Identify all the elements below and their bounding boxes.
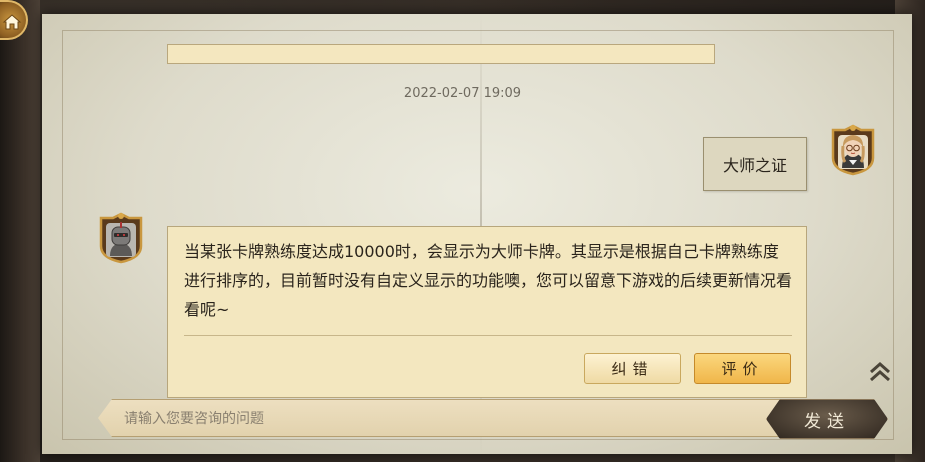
left-wall-decoration [0,0,40,462]
assistant-message-bubble: 当某张卡牌熟练度达成10000时，会显示为大师卡牌。其显示是根据自己卡牌熟练度进… [167,226,807,398]
message-divider [184,335,792,336]
double-chevron-up-icon [870,361,890,382]
correct-button[interactable]: 纠错 [584,353,681,384]
message-timestamp: 2022-02-07 19:09 [403,86,522,101]
send-button[interactable]: 发送 [766,399,888,439]
home-icon [2,14,22,30]
assistant-avatar [98,212,144,264]
previous-message-bubble [167,44,715,64]
scroll-up-button[interactable] [866,358,894,386]
user-avatar[interactable] [830,124,876,176]
rate-button[interactable]: 评价 [694,353,791,384]
assistant-message-text: 当某张卡牌熟练度达成10000时，会显示为大师卡牌。其显示是根据自己卡牌熟练度进… [184,242,793,319]
question-input[interactable] [122,404,746,434]
user-message-bubble: 大师之证 [703,137,807,191]
